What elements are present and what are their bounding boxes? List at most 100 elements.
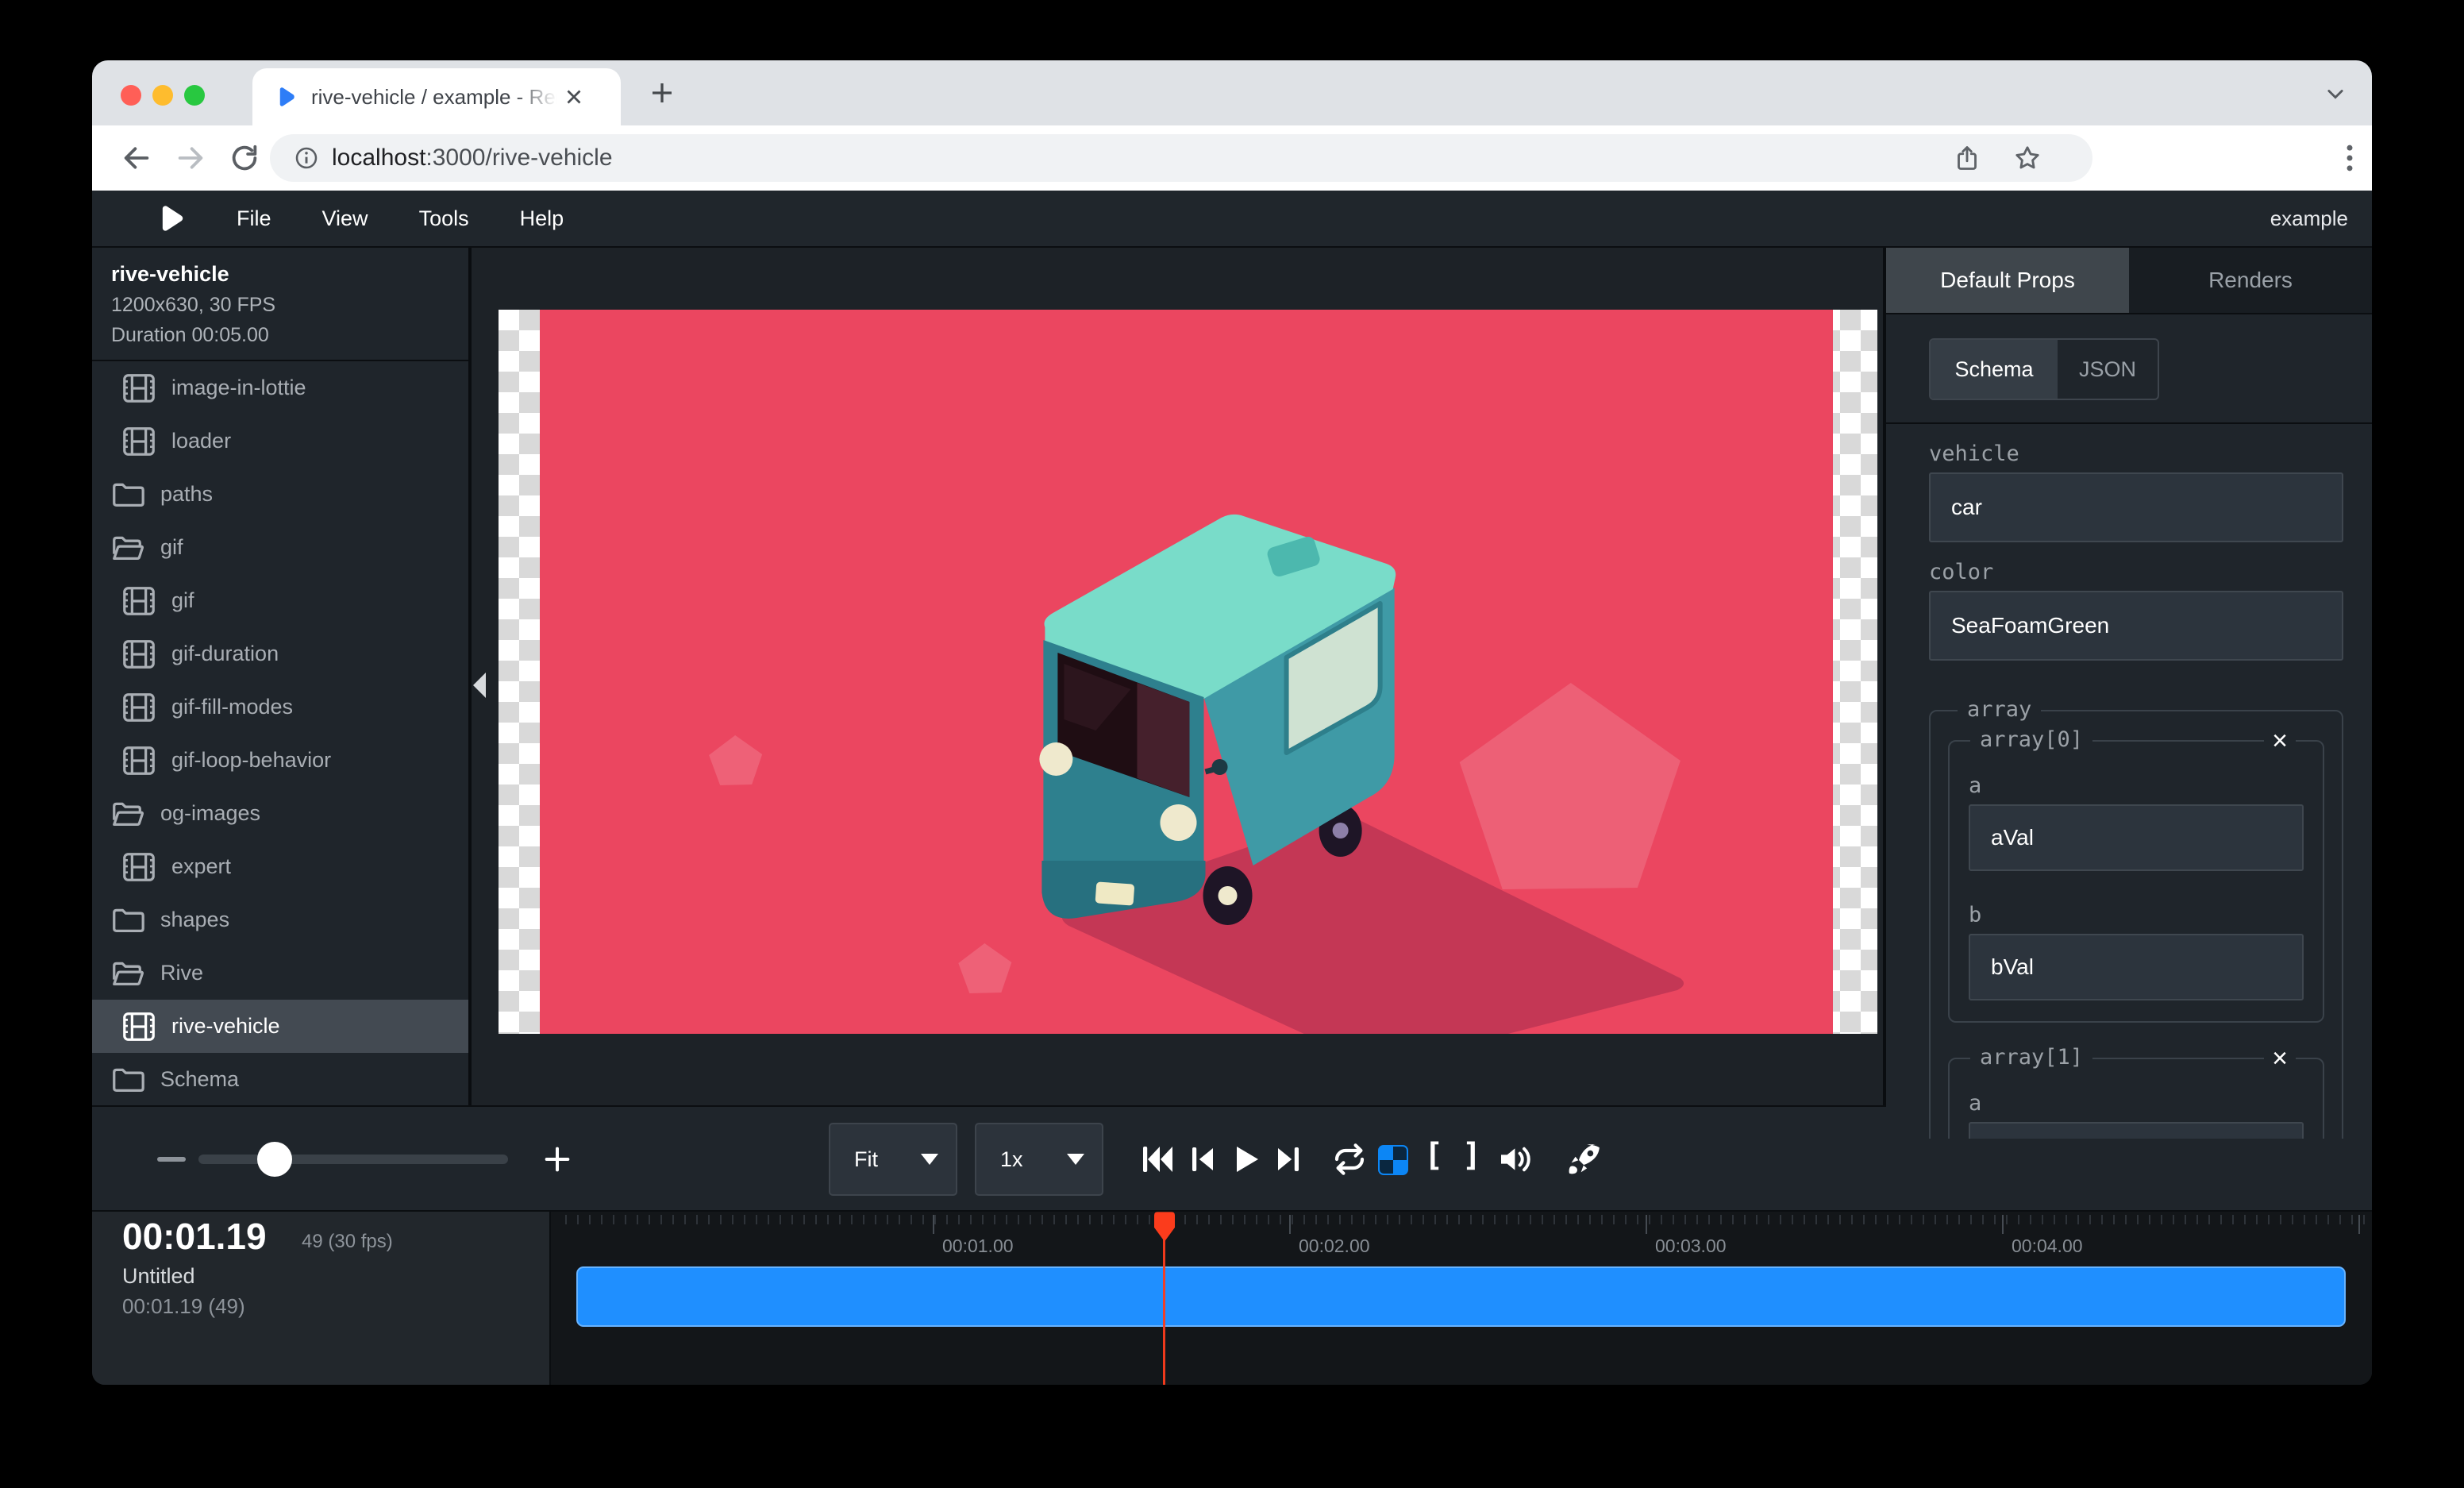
ruler-minor-tick — [946, 1215, 948, 1224]
bookmark-star-icon[interactable] — [2013, 144, 2042, 172]
tab-default-props[interactable]: Default Props — [1886, 248, 2129, 313]
sidebar-item-loader[interactable]: loader — [92, 414, 468, 468]
set-out-point-button[interactable]: ] — [1462, 1137, 1481, 1174]
browser-menu-icon[interactable] — [2332, 141, 2367, 175]
tab-strip: rive-vehicle / example - Remoti — [92, 60, 2372, 125]
ruler-minor-tick — [1601, 1215, 1603, 1224]
remotion-favicon-icon — [273, 85, 297, 109]
browser-tab[interactable]: rive-vehicle / example - Remoti — [252, 68, 621, 125]
new-tab-button[interactable] — [648, 79, 676, 107]
collapse-sidebar-icon[interactable] — [472, 671, 487, 700]
a-input[interactable]: secA — [1969, 1122, 2304, 1139]
array-item-array[1]: array[1]×asecAb — [1948, 1058, 2324, 1139]
sidebar-item-gif-fill-modes[interactable]: gif-fill-modes — [92, 680, 468, 734]
toggle-schema[interactable]: Schema — [1931, 340, 2058, 399]
checker-square — [1393, 1147, 1407, 1160]
sidebar-item-expert[interactable]: expert — [92, 840, 468, 893]
share-icon[interactable] — [1953, 144, 1981, 172]
props-panel: Default Props Renders Schema JSON vehicl… — [1886, 248, 2372, 1139]
menu-help[interactable]: Help — [520, 206, 564, 231]
sidebar-item-label: Rive — [160, 961, 203, 985]
ruler-minor-tick — [2185, 1215, 2186, 1224]
set-in-point-button[interactable]: [ — [1424, 1137, 1443, 1174]
ruler-minor-tick — [565, 1215, 567, 1224]
ruler-minor-tick — [2006, 1215, 2008, 1224]
sidebar-item-gif[interactable]: gif — [92, 574, 468, 627]
sidebar-item-paths[interactable]: paths — [92, 468, 468, 521]
ruler-minor-tick — [1458, 1215, 1460, 1224]
sidebar-item-gif[interactable]: gif — [92, 521, 468, 574]
ruler-minor-tick — [744, 1215, 745, 1224]
playhead-marker[interactable] — [1154, 1212, 1175, 1242]
ruler-minor-tick — [1720, 1215, 1722, 1224]
ruler-minor-tick — [1994, 1215, 1996, 1224]
ruler-major-tick — [2358, 1215, 2360, 1234]
transparency-checkerboard-toggle[interactable] — [1378, 1145, 1408, 1175]
menu-file[interactable]: File — [237, 206, 271, 231]
ruler-major-tick — [1289, 1215, 1291, 1234]
ruler-minor-tick — [1077, 1215, 1079, 1224]
b-input[interactable]: bVal — [1969, 934, 2304, 1000]
ruler-minor-tick — [899, 1215, 900, 1224]
ruler-minor-tick — [1434, 1215, 1436, 1224]
vehicle-input[interactable]: car — [1929, 472, 2343, 542]
render-rocket-icon[interactable] — [1565, 1140, 1604, 1178]
reload-icon[interactable] — [229, 142, 260, 174]
sidebar-item-image-in-lottie[interactable]: image-in-lottie — [92, 361, 468, 414]
zoom-in-button[interactable] — [541, 1143, 573, 1175]
sidebar-item-label: expert — [171, 854, 231, 879]
ruler-minor-tick — [637, 1215, 638, 1224]
ruler-minor-tick — [780, 1215, 781, 1224]
timeline-ruler[interactable]: 00:01.0000:02.0000:03.0000:04.00 — [552, 1212, 2372, 1385]
site-info-icon[interactable] — [294, 145, 319, 171]
minimize-window-button[interactable] — [152, 85, 173, 106]
menu-tools[interactable]: Tools — [419, 206, 469, 231]
sidebar-item-og-images[interactable]: og-images — [92, 787, 468, 840]
back-icon[interactable] — [121, 142, 152, 174]
project-name-label: example — [2270, 206, 2348, 231]
tab-renders[interactable]: Renders — [2129, 248, 2372, 313]
previous-frame-button[interactable] — [1183, 1140, 1221, 1178]
zoom-slider-knob[interactable] — [257, 1142, 292, 1177]
track-duration: 00:01.19 (49) — [122, 1294, 245, 1319]
volume-icon[interactable] — [1496, 1140, 1534, 1178]
ruler-minor-tick — [1327, 1215, 1329, 1224]
sidebar-item-gif-loop-behavior[interactable]: gif-loop-behavior — [92, 734, 468, 787]
play-button[interactable] — [1226, 1140, 1264, 1178]
remotion-logo-icon[interactable] — [154, 202, 186, 234]
sidebar-item-gif-duration[interactable]: gif-duration — [92, 627, 468, 680]
sidebar-item-rive-vehicle[interactable]: rive-vehicle — [92, 1000, 468, 1053]
sidebar-item-shapes[interactable]: shapes — [92, 893, 468, 946]
sidebar-item-Rive[interactable]: Rive — [92, 946, 468, 1000]
ruler-minor-tick — [2137, 1215, 2139, 1224]
tab-close-icon[interactable] — [562, 85, 586, 109]
canvas-size-select[interactable]: Fit — [829, 1123, 957, 1196]
zoom-out-button[interactable] — [157, 1157, 186, 1162]
ruler-minor-tick — [1613, 1215, 1615, 1224]
remove-array-item-button[interactable]: × — [2264, 726, 2296, 756]
zoom-window-button[interactable] — [184, 85, 205, 106]
tab-search-chevron-icon[interactable] — [2324, 83, 2347, 105]
remove-array-item-button[interactable]: × — [2264, 1043, 2296, 1074]
close-window-button[interactable] — [121, 85, 141, 106]
ruler-minor-tick — [1804, 1215, 1805, 1224]
ruler-minor-tick — [2256, 1215, 2258, 1224]
next-frame-button[interactable] — [1270, 1140, 1308, 1178]
forward-icon[interactable] — [175, 142, 206, 174]
playback-rate-select[interactable]: 1x — [975, 1123, 1103, 1196]
sidebar-item-Schema[interactable]: Schema — [92, 1053, 468, 1105]
ruler-minor-tick — [994, 1215, 995, 1224]
toggle-json[interactable]: JSON — [2058, 340, 2158, 399]
ruler-minor-tick — [2363, 1215, 2365, 1224]
menu-view[interactable]: View — [322, 206, 368, 231]
skip-to-start-button[interactable] — [1138, 1140, 1176, 1178]
a-input[interactable]: aVal — [1969, 804, 2304, 871]
composition-canvas[interactable] — [499, 310, 1877, 1034]
url-field[interactable]: localhost:3000/rive-vehicle — [270, 134, 2092, 182]
loop-toggle-icon[interactable] — [1330, 1140, 1369, 1178]
ruler-minor-tick — [2018, 1215, 2019, 1224]
ruler-minor-tick — [1506, 1215, 1507, 1224]
color-input[interactable]: SeaFoamGreen — [1929, 591, 2343, 661]
timeline-track-bar[interactable] — [576, 1266, 2346, 1327]
zoom-slider[interactable] — [198, 1155, 508, 1164]
